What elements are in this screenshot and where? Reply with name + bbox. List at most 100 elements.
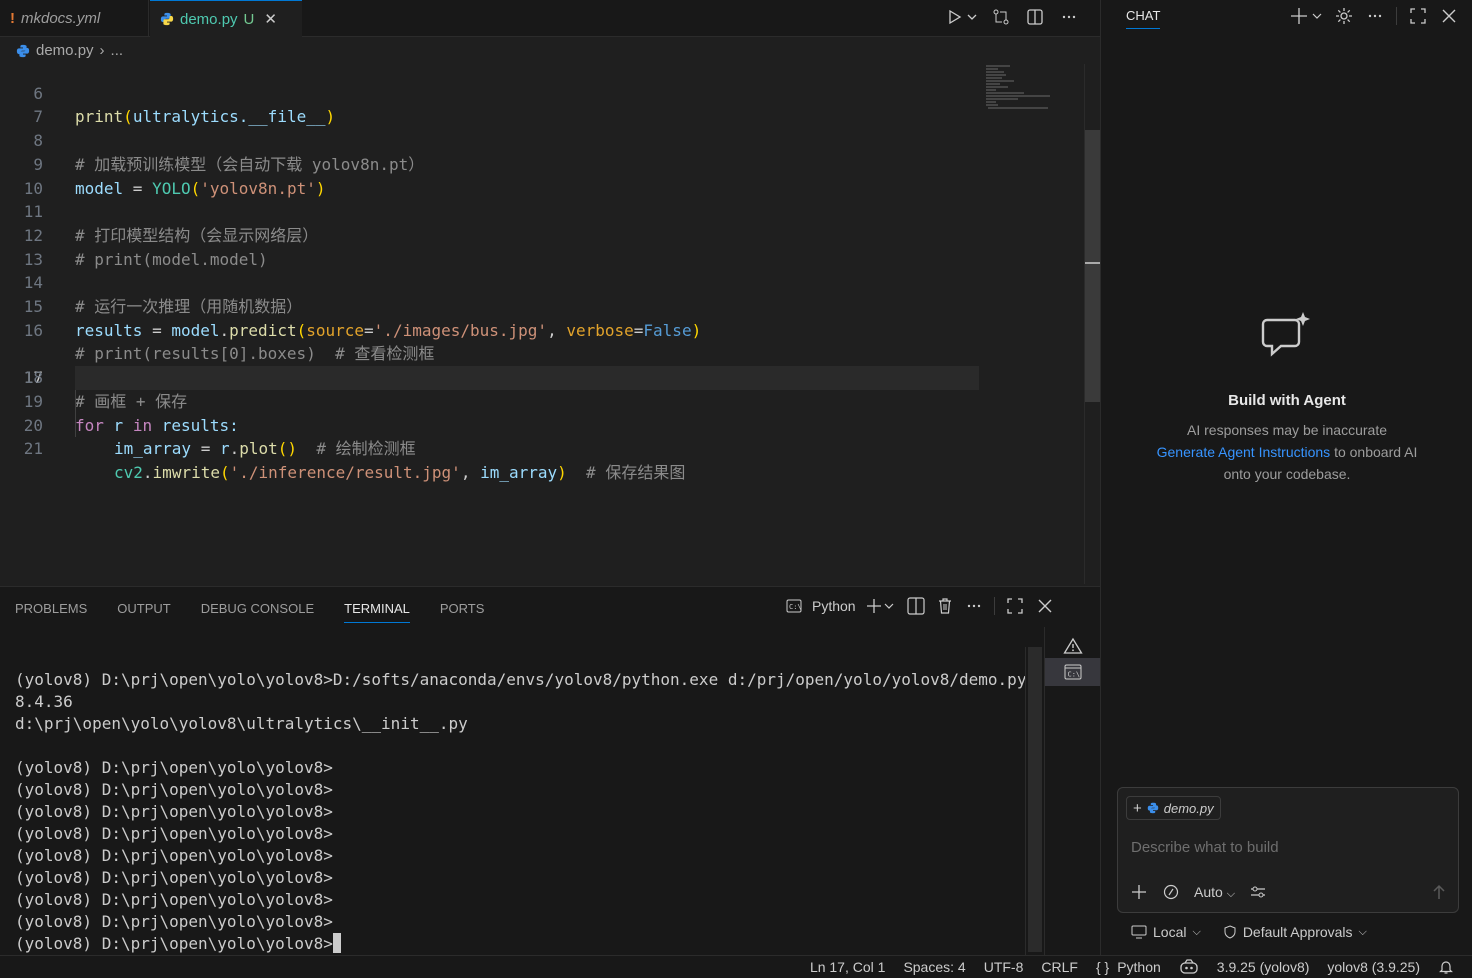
- close-icon[interactable]: ✕: [264, 10, 277, 28]
- encoding[interactable]: UTF-8: [984, 959, 1024, 975]
- tab-demo-py[interactable]: demo.py U ✕: [150, 0, 302, 37]
- indentation[interactable]: Spaces: 4: [903, 959, 965, 975]
- terminal-cursor: [332, 933, 341, 953]
- minimap[interactable]: [984, 64, 1054, 124]
- monitor-icon: [1131, 925, 1147, 939]
- new-terminal-icon[interactable]: [866, 598, 896, 614]
- tab-debug-console[interactable]: DEBUG CONSOLE: [201, 601, 314, 623]
- language-mode[interactable]: { } Python: [1096, 959, 1161, 975]
- code-line: 12 # print(model.model): [0, 200, 1084, 269]
- terminal-line: d:\prj\open\yolo\yolov8\ultralytics\__in…: [15, 714, 468, 733]
- chat-actions: [1290, 6, 1459, 26]
- braces-icon: { }: [1095, 959, 1110, 975]
- chat-input-placeholder[interactable]: Describe what to build: [1131, 839, 1279, 856]
- more-actions-icon[interactable]: [1364, 7, 1386, 25]
- chat-title[interactable]: CHAT: [1126, 8, 1161, 29]
- settings-sliders-icon[interactable]: [1249, 883, 1267, 901]
- editor-actions: [946, 6, 1080, 28]
- code-line: 20 im_array = r.plot() # 绘制检测框: [0, 390, 1084, 459]
- tab-problems[interactable]: PROBLEMS: [15, 601, 87, 623]
- close-panel-icon[interactable]: [1035, 597, 1055, 615]
- location-select[interactable]: Local ⌵: [1131, 924, 1201, 940]
- context-file-chip[interactable]: + demo.py: [1126, 796, 1221, 820]
- editor-tab-bar: ! mkdocs.yml demo.py U ✕: [0, 0, 1100, 37]
- yaml-icon: !: [10, 9, 15, 27]
- new-chat-icon[interactable]: [1290, 7, 1324, 25]
- python-interpreter[interactable]: 3.9.25 (yolov8): [1217, 959, 1310, 975]
- agent-heading: Build with Agent: [1228, 392, 1346, 409]
- approvals-select[interactable]: Default Approvals ⌵: [1223, 924, 1367, 940]
- breadcrumb-more[interactable]: ...: [111, 42, 124, 59]
- add-context-icon[interactable]: +: [1133, 800, 1142, 817]
- maximize-icon[interactable]: [1407, 7, 1429, 25]
- code-line: 6 print(ultralytics.__file__): [0, 58, 1084, 127]
- chevron-down-icon: ⌵: [1358, 925, 1367, 938]
- split-terminal-icon[interactable]: [906, 597, 926, 615]
- terminal-line: (yolov8) D:\prj\open\yolo\yolov8>: [15, 824, 333, 843]
- tools-icon[interactable]: [1162, 883, 1180, 901]
- link-suffix: to onboard AI: [1330, 444, 1418, 460]
- code-line: 16 # print(results[0].boxes) # 查看检测框: [0, 295, 1084, 364]
- separator: [993, 597, 995, 615]
- chevron-down-icon: ⌵: [1192, 925, 1201, 938]
- more-actions-icon[interactable]: [1058, 6, 1080, 28]
- close-icon[interactable]: [1439, 7, 1459, 25]
- editor-scrollbar[interactable]: [1084, 64, 1101, 584]
- terminal-shell-label[interactable]: Python: [812, 598, 856, 614]
- chat-sparkle-icon: [1101, 310, 1472, 362]
- gear-icon[interactable]: [1334, 6, 1354, 26]
- chat-input-tools: Auto ⌵: [1130, 883, 1267, 901]
- code-line: 7: [0, 82, 1084, 126]
- scrollbar-thumb[interactable]: [1085, 130, 1101, 402]
- chat-footer: Local ⌵ Default Approvals ⌵: [1131, 924, 1367, 940]
- terminal-line: (yolov8) D:\prj\open\yolo\yolov8>: [15, 780, 333, 799]
- code-line: 13: [0, 224, 1084, 269]
- terminal-instance-icon[interactable]: C:\: [1045, 658, 1101, 686]
- mode-select[interactable]: Auto ⌵: [1194, 884, 1235, 901]
- maximize-panel-icon[interactable]: [1005, 597, 1025, 615]
- code-editor[interactable]: 6 print(ultralytics.__file__) 7 8 # 加载预训…: [0, 58, 1084, 585]
- warning-icon[interactable]: [1045, 632, 1101, 660]
- run-icon[interactable]: [946, 6, 978, 28]
- copilot-icon[interactable]: [1179, 959, 1199, 975]
- generate-instructions-link[interactable]: Generate Agent Instructions: [1157, 444, 1331, 460]
- python-environment[interactable]: yolov8 (3.9.25): [1327, 959, 1420, 975]
- terminal-line: 8.4.36: [15, 692, 73, 711]
- terminal-output[interactable]: (yolov8) D:\prj\open\yolo\yolov8>D:/soft…: [0, 637, 1026, 957]
- terminal-line: (yolov8) D:\prj\open\yolo\yolov8>: [15, 758, 333, 777]
- scrollbar-thumb[interactable]: [1028, 647, 1042, 952]
- tab-output[interactable]: OUTPUT: [117, 601, 170, 623]
- tab-terminal[interactable]: TERMINAL: [344, 601, 410, 623]
- context-file-label: demo.py: [1163, 800, 1214, 816]
- terminal-line: (yolov8) D:\prj\open\yolo\yolov8>: [15, 890, 333, 909]
- status-bar: Ln 17, Col 1 Spaces: 4 UTF-8 CRLF { } Pyt…: [0, 955, 1472, 978]
- compare-changes-icon[interactable]: [990, 6, 1012, 28]
- current-line: 17: [0, 319, 1084, 390]
- panel-actions: C:\ Python: [786, 597, 1055, 615]
- shield-icon: [1223, 925, 1237, 939]
- bell-icon[interactable]: [1438, 959, 1454, 975]
- terminal-scrollbar[interactable]: [1025, 647, 1046, 957]
- split-editor-icon[interactable]: [1024, 6, 1046, 28]
- line-ending[interactable]: CRLF: [1041, 959, 1078, 975]
- code-line: 18 # 画框 + 保存: [0, 342, 1084, 411]
- code-line: 15 results = model.predict(source='./ima…: [0, 271, 1084, 340]
- cursor-position[interactable]: Ln 17, Col 1: [810, 959, 886, 975]
- code-text: cv2.imwrite('./inference/result.jpg', im…: [114, 462, 686, 482]
- breadcrumb-file[interactable]: demo.py: [36, 42, 94, 59]
- python-icon: [160, 12, 174, 26]
- terminal-list: C:\: [1044, 627, 1101, 957]
- add-icon[interactable]: [1130, 883, 1148, 901]
- cursor-position-marker: [1085, 262, 1101, 264]
- breadcrumb[interactable]: demo.py › ...: [16, 42, 123, 59]
- more-actions-icon[interactable]: [964, 597, 984, 615]
- trash-icon[interactable]: [936, 597, 954, 615]
- python-icon: [1147, 802, 1159, 814]
- link-suffix-2: onto your codebase.: [1223, 466, 1351, 482]
- python-icon: [16, 44, 30, 58]
- tab-mkdocs-yml[interactable]: ! mkdocs.yml: [0, 0, 149, 36]
- chat-input-box[interactable]: + demo.py Describe what to build Auto ⌵: [1117, 787, 1459, 913]
- code-line: 19 for r in results:: [0, 366, 1084, 435]
- tab-ports[interactable]: PORTS: [440, 601, 485, 623]
- send-icon[interactable]: [1430, 883, 1448, 901]
